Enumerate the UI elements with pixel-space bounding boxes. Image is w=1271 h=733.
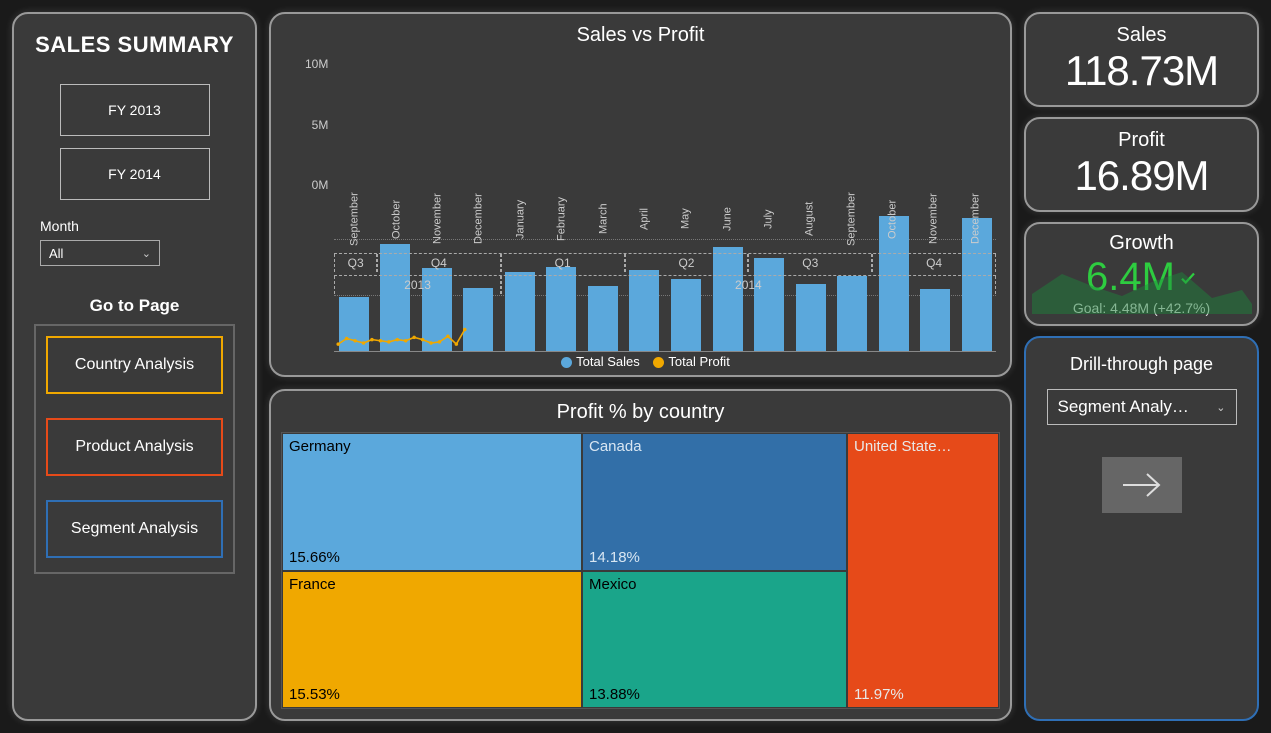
month-label: Month — [40, 218, 235, 234]
kpi-growth: Growth 6.4M Goal: 4.48M (+42.7%) — [1024, 222, 1259, 326]
quarter-label: Q2 — [625, 254, 749, 272]
drill-through-panel: Drill-through page Segment Analy… ⌄ — [1024, 336, 1259, 721]
fy-2014-button[interactable]: FY 2014 — [60, 148, 210, 200]
kpi-profit: Profit 16.89M — [1024, 117, 1259, 212]
sidebar-title: SALES SUMMARY — [34, 32, 235, 58]
bar[interactable] — [334, 297, 373, 351]
treemap-germany[interactable]: Germany 15.66% — [282, 433, 582, 570]
x-tick-label: September — [831, 191, 872, 247]
x-tick-label: October — [872, 191, 913, 247]
bar[interactable] — [459, 288, 498, 351]
goto-page-label: Go to Page — [34, 296, 235, 316]
year-label: 2013 — [334, 276, 500, 294]
drill-go-button[interactable] — [1102, 457, 1182, 513]
nav-country-analysis[interactable]: Country Analysis — [46, 336, 223, 394]
x-tick-label: December — [955, 191, 996, 247]
kpi-sales: Sales 118.73M — [1024, 12, 1259, 107]
bar[interactable] — [916, 289, 955, 351]
x-tick-label: November — [417, 191, 458, 247]
treemap-title: Profit % by country — [275, 401, 1006, 424]
y-axis: 10M 5M 0M — [305, 57, 334, 192]
kpi-profit-value: 16.89M — [1032, 152, 1251, 200]
treemap-usa[interactable]: United State… 11.97% — [847, 433, 999, 708]
bar[interactable] — [584, 286, 623, 351]
quarter-label: Q4 — [377, 254, 501, 272]
quarter-label: Q3 — [334, 254, 377, 272]
month-dropdown[interactable]: All ⌄ — [40, 240, 160, 266]
drill-page-dropdown[interactable]: Segment Analy… ⌄ — [1047, 389, 1237, 425]
treemap-mexico[interactable]: Mexico 13.88% — [582, 571, 847, 708]
chart-legend: Total Sales Total Profit — [285, 354, 996, 369]
drill-label: Drill-through page — [1070, 354, 1213, 375]
kpi-sales-label: Sales — [1032, 24, 1251, 47]
year-label: 2014 — [501, 276, 996, 294]
quarter-label: Q4 — [872, 254, 996, 272]
nav-product-analysis[interactable]: Product Analysis — [46, 418, 223, 476]
quarter-label: Q3 — [748, 254, 872, 272]
plot-area: SeptemberOctoberNovemberDecemberJanuaryF… — [334, 53, 996, 352]
x-tick-label: November — [913, 191, 954, 247]
chart-title: Sales vs Profit — [285, 24, 996, 47]
kpi-sales-value: 118.73M — [1032, 47, 1251, 95]
x-tick-label: March — [583, 191, 624, 247]
sales-vs-profit-chart[interactable]: Sales vs Profit 10M 5M 0M SeptemberOctob… — [269, 12, 1012, 377]
sidebar: SALES SUMMARY FY 2013 FY 2014 Month All … — [12, 12, 257, 721]
x-tick-label: October — [376, 191, 417, 247]
profit-by-country-treemap[interactable]: Profit % by country Germany 15.66% Canad… — [269, 389, 1012, 721]
x-tick-label: January — [500, 191, 541, 247]
x-tick-label: July — [748, 191, 789, 247]
chevron-down-icon: ⌄ — [1216, 401, 1225, 414]
chevron-down-icon: ⌄ — [142, 247, 151, 260]
treemap-france[interactable]: France 15.53% — [282, 571, 582, 708]
x-tick-label: December — [458, 191, 499, 247]
x-tick-label: August — [789, 191, 830, 247]
fy-2013-button[interactable]: FY 2013 — [60, 84, 210, 136]
arrow-right-icon — [1119, 470, 1165, 500]
x-tick-label: February — [541, 191, 582, 247]
x-tick-label: September — [334, 191, 375, 247]
treemap-canada[interactable]: Canada 14.18% — [582, 433, 847, 570]
quarter-label: Q1 — [501, 254, 625, 272]
nav-box: Country Analysis Product Analysis Segmen… — [34, 324, 235, 574]
x-tick-label: May — [665, 191, 706, 247]
month-value: All — [49, 246, 63, 261]
kpi-growth-label: Growth — [1034, 232, 1249, 255]
nav-segment-analysis[interactable]: Segment Analysis — [46, 500, 223, 558]
x-tick-label: April — [624, 191, 665, 247]
x-tick-label: June — [707, 191, 748, 247]
kpi-profit-label: Profit — [1032, 129, 1251, 152]
growth-sparkline — [1032, 264, 1252, 314]
